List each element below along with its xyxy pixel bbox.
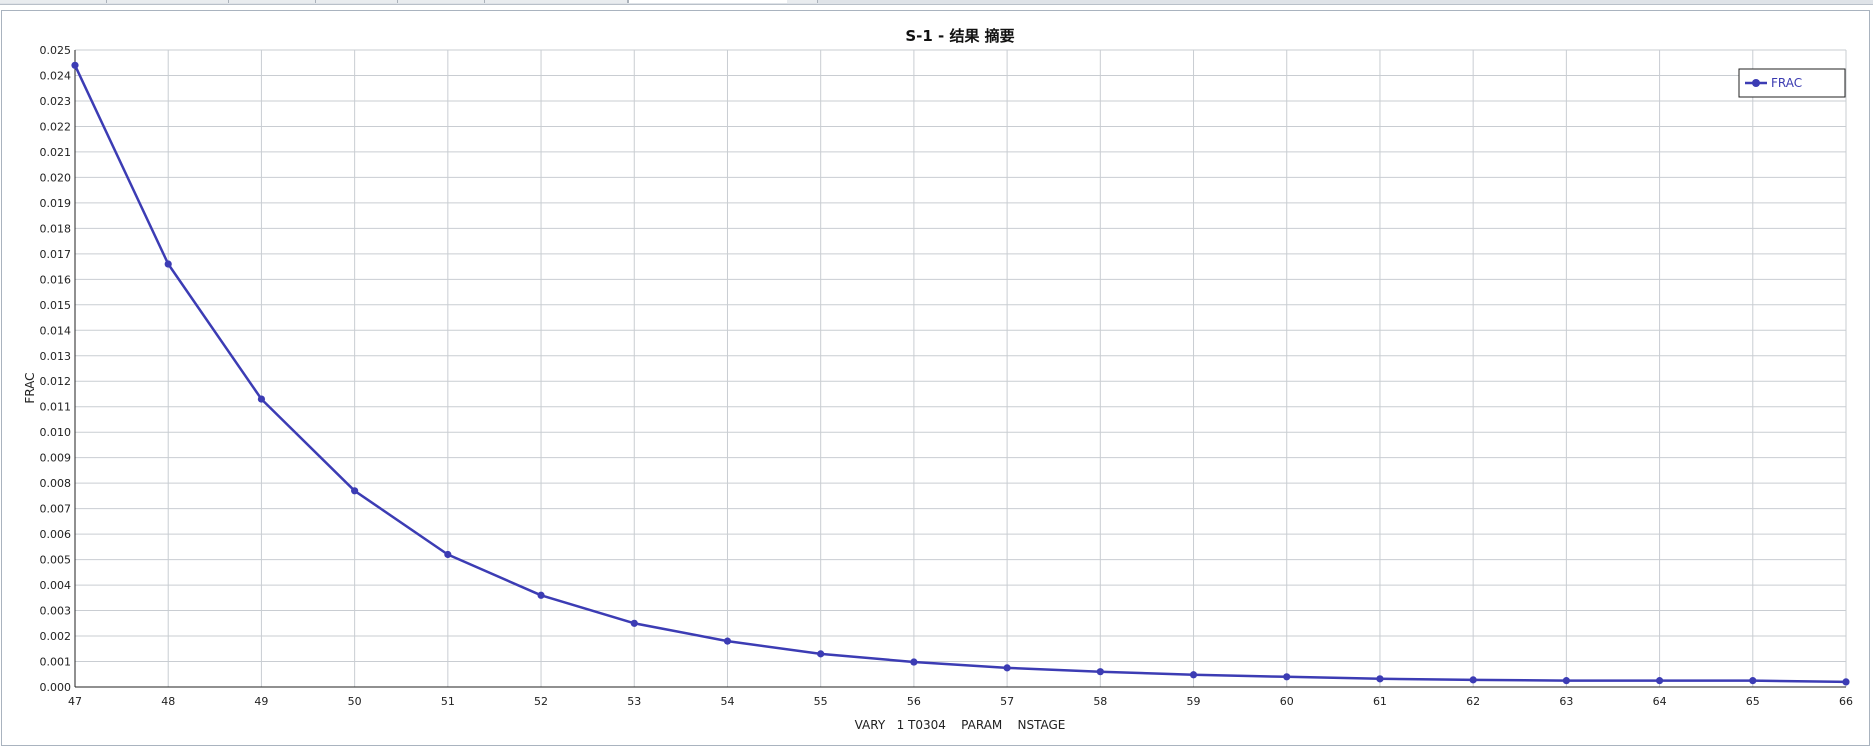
x-tick-label: 49 [254, 695, 268, 708]
y-tick-label: 0.007 [40, 503, 72, 516]
y-tick-label: 0.010 [40, 426, 72, 439]
y-tick-label: 0.009 [40, 452, 72, 465]
legend-label: FRAC [1771, 76, 1802, 90]
data-point [1189, 671, 1198, 679]
legend-swatch-marker [1752, 79, 1760, 87]
x-tick-label: 66 [1839, 695, 1853, 708]
y-tick-label: 0.008 [40, 477, 72, 490]
x-tick-label: 48 [161, 695, 175, 708]
data-point [723, 637, 732, 645]
x-tick-label: 65 [1746, 695, 1760, 708]
chart-title: S-1 - 结果 摘要 [905, 27, 1014, 45]
x-tick-label: 53 [627, 695, 641, 708]
legend: FRAC [1738, 68, 1846, 98]
y-tick-label: 0.002 [40, 630, 72, 643]
data-point [1283, 673, 1291, 681]
y-tick-label: 0.003 [40, 605, 72, 618]
data-point [257, 395, 266, 403]
x-tick-label: 57 [1000, 695, 1014, 708]
x-tick-label: 52 [534, 695, 548, 708]
data-point [910, 658, 918, 666]
y-tick-label: 0.000 [40, 681, 72, 694]
y-tick-label: 0.011 [40, 401, 72, 414]
x-tick-label: 50 [348, 695, 362, 708]
y-tick-label: 0.012 [40, 375, 72, 388]
x-tick-label: 60 [1280, 695, 1294, 708]
grid [74, 49, 1847, 688]
data-point [1749, 677, 1757, 685]
y-tick-label: 0.024 [40, 69, 72, 82]
results-chart: S-1 - 结果 摘要 0.0000.0010.0020.0030.0040.0… [23, 27, 1853, 732]
x-tick-label: 47 [68, 695, 82, 708]
y-tick-label: 0.004 [40, 579, 72, 592]
data-point [1376, 675, 1384, 683]
data-point [164, 260, 172, 268]
x-tick-label: 54 [720, 695, 734, 708]
data-point [537, 591, 545, 599]
x-tick-label: 64 [1653, 695, 1667, 708]
data-point [71, 61, 79, 69]
y-tick-label: 0.006 [40, 528, 72, 541]
y-tick-label: 0.020 [40, 171, 72, 184]
x-tick-labels: 47 48 49 50 51 52 53 54 55 56 57 58 59 60 61 62 63 64 65 66 [68, 695, 1853, 708]
y-tick-label: 0.025 [40, 44, 72, 57]
x-axis-title: VARY 1 T0304 PARAM NSTAGE [855, 718, 1066, 732]
y-tick-label: 0.017 [40, 248, 72, 261]
x-tick-label: 55 [814, 695, 828, 708]
axes [74, 50, 1846, 688]
x-tick-label: 56 [907, 695, 921, 708]
y-tick-label: 0.014 [40, 324, 72, 337]
x-tick-label: 63 [1559, 695, 1573, 708]
x-tick-label: 51 [441, 695, 455, 708]
y-tick-label: 0.016 [40, 273, 72, 286]
y-tick-label: 0.019 [40, 197, 72, 210]
data-point [1469, 676, 1477, 684]
x-tick-label: 59 [1187, 695, 1201, 708]
y-tick-label: 0.015 [40, 299, 72, 312]
y-tick-label: 0.001 [40, 656, 72, 669]
y-tick-labels: 0.000 0.001 0.002 0.003 0.004 0.005 0.006 0.007… [40, 44, 72, 694]
data-point [1842, 678, 1850, 686]
series [71, 61, 1850, 686]
y-tick-label: 0.005 [40, 554, 72, 567]
y-tick-label: 0.013 [40, 350, 72, 363]
data-point [817, 650, 825, 658]
data-point [1003, 664, 1011, 672]
y-tick-label: 0.023 [40, 95, 72, 108]
x-tick-label: 61 [1373, 695, 1387, 708]
data-point [444, 550, 452, 559]
y-tick-label: 0.021 [40, 146, 72, 159]
data-point [1655, 677, 1664, 685]
data-point [630, 619, 638, 627]
data-point [1096, 668, 1104, 676]
y-axis-title: FRAC [23, 372, 37, 403]
series-line [73, 64, 1847, 684]
x-tick-label: 62 [1466, 695, 1480, 708]
y-tick-label: 0.022 [40, 120, 72, 133]
x-tick-label: 58 [1093, 695, 1107, 708]
y-tick-label: 0.018 [40, 222, 72, 235]
data-point [1562, 677, 1570, 685]
data-point [351, 487, 359, 495]
